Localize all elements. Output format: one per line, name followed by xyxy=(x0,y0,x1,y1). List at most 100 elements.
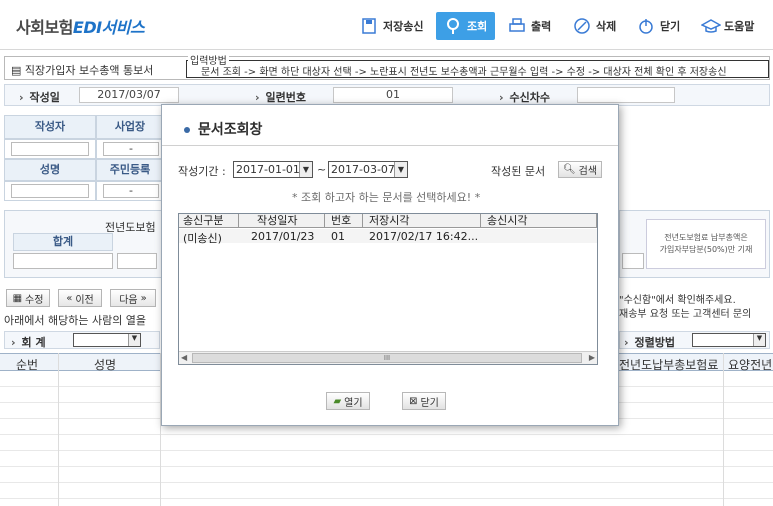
notice-left: 아래에서 해당하는 사람의 열을 xyxy=(4,314,147,327)
right-input[interactable] xyxy=(622,253,644,269)
total-header: 합계 xyxy=(13,233,113,251)
date-label: 작성일 xyxy=(19,89,60,105)
row-type: (미송신) xyxy=(183,232,222,245)
prev-year-input[interactable] xyxy=(117,253,157,269)
grid-col-no: 번호 xyxy=(325,214,363,228)
notice-right-1: "수신함"에서 확인해주세요. xyxy=(619,295,736,306)
period-label: 작성기간 : xyxy=(178,165,226,178)
delete-label: 삭제 xyxy=(596,20,617,33)
from-date-select[interactable]: 2017-01-01 ▼ xyxy=(233,161,313,178)
date-field[interactable]: 2017/03/07 xyxy=(79,87,179,103)
next-button[interactable]: 다음» xyxy=(110,289,156,307)
receive-label: 수신차수 xyxy=(499,89,550,105)
sort-select[interactable]: ▼ xyxy=(692,333,766,347)
name-input[interactable] xyxy=(11,184,89,198)
premium-note: 전년도보험료 납부총액은 가입자부담분(50%)만 기재 xyxy=(646,219,766,269)
writer-input[interactable] xyxy=(11,142,89,156)
grid-header: 송신구분 작성일자 번호 저장시각 송신시각 xyxy=(179,214,597,228)
prev-year-block: 전년도보험 합계 xyxy=(4,210,164,278)
open-label: 열기 xyxy=(344,397,363,409)
close-label: 닫기 xyxy=(660,20,681,33)
dialog-close-label: 닫기 xyxy=(420,397,439,409)
open-folder-icon: ▰ xyxy=(333,395,342,407)
name-cell xyxy=(4,181,96,201)
to-date-select[interactable]: 2017-03-07 ▼ xyxy=(328,161,408,178)
prev-label: 이전 xyxy=(75,294,94,306)
logo-main: 사회보험 xyxy=(16,18,73,37)
writer-header: 작성자 xyxy=(4,115,96,139)
sort-row: 정렬방법 ▼ xyxy=(619,331,770,349)
document-grid: 송신구분 작성일자 번호 저장시각 송신시각 (미송신) 2017/01/23 … xyxy=(178,213,598,365)
prev-icon: « xyxy=(66,292,73,304)
power-icon xyxy=(637,17,655,35)
delete-button[interactable]: 삭제 xyxy=(573,12,616,40)
serial-label: 일련번호 xyxy=(255,89,306,105)
save-send-button[interactable]: 저장송신 xyxy=(360,12,423,40)
prev-button[interactable]: «이전 xyxy=(58,289,102,307)
query-button[interactable]: 조회 xyxy=(436,12,496,40)
document-icon: ▤ xyxy=(11,64,22,77)
edit-button[interactable]: ▦ 수정 xyxy=(6,289,50,307)
print-label: 출력 xyxy=(531,20,552,33)
chevron-down-icon: ▼ xyxy=(299,162,312,177)
dialog-close-button[interactable]: ⊠ 닫기 xyxy=(402,392,446,410)
document-query-dialog: 문서조회창 작성기간 : 2017-01-01 ▼ ~ 2017-03-07 ▼… xyxy=(161,104,619,426)
period-tilde: ~ xyxy=(317,163,327,176)
open-button[interactable]: ▰ 열기 xyxy=(326,392,370,410)
selection-hint: * 조회 하고자 하는 문서를 선택하세요! * xyxy=(292,191,481,204)
grid-col-sent: 송신시각 xyxy=(481,214,597,228)
from-date-value: 2017-01-01 xyxy=(236,163,300,176)
input-method-box: 문서 조회 -> 화면 하단 대상자 선택 -> 노란표시 전년도 보수총액과 … xyxy=(186,60,769,78)
accounting-row: 회 계 ▼ xyxy=(4,331,160,349)
help-button[interactable]: 도움말 xyxy=(700,12,755,40)
scrollbar-thumb[interactable]: III xyxy=(192,353,582,363)
total-input[interactable] xyxy=(13,253,113,269)
next-icon: » xyxy=(140,292,147,304)
edit-label: 수정 xyxy=(25,294,44,306)
sort-label: 정렬방법 xyxy=(624,334,675,350)
save-icon xyxy=(360,17,378,35)
row-date: 2017/01/23 xyxy=(251,230,315,243)
search-label: 검색 xyxy=(578,166,598,177)
resident-input[interactable]: - xyxy=(103,184,159,198)
business-header: 사업장 xyxy=(96,115,164,139)
app-logo: 사회보험EDI서비스 xyxy=(16,14,145,38)
search-icon: 🔍︎ xyxy=(562,164,576,175)
grid-col-saved: 저장시각 xyxy=(363,214,481,228)
top-toolbar: 사회보험EDI서비스 저장송신 조회 출력 삭제 닫기 도움말 xyxy=(0,0,773,50)
premium-note-line2: 가입자부담분(50%)만 기재 xyxy=(659,245,753,254)
input-method-label: 입력방법 xyxy=(188,52,229,67)
accounting-select[interactable]: ▼ xyxy=(73,333,141,347)
grid-row[interactable]: (미송신) 2017/01/23 01 2017/02/17 16:42... xyxy=(179,229,597,245)
premium-note-line1: 전년도보험료 납부총액은 xyxy=(664,233,748,242)
prev-year-note-block: 전년도보험료 납부총액은 가입자부담분(50%)만 기재 xyxy=(619,210,770,278)
dialog-separator xyxy=(162,145,618,146)
document-title-text: 직장가입자 보수총액 통보서 xyxy=(24,64,154,77)
chevron-down-icon: ▼ xyxy=(394,162,407,177)
print-button[interactable]: 출력 xyxy=(508,12,551,40)
resident-header: 주민등록 xyxy=(96,159,164,181)
scroll-right-icon[interactable]: ▶ xyxy=(589,353,595,362)
row-no: 01 xyxy=(331,230,345,243)
search-button[interactable]: 🔍︎ 검색 xyxy=(558,161,602,178)
serial-field[interactable]: 01 xyxy=(333,87,453,103)
printer-icon xyxy=(508,17,526,35)
close-button[interactable]: 닫기 xyxy=(637,12,680,40)
dialog-title: 문서조회창 xyxy=(184,119,262,139)
name-header: 성명 xyxy=(4,159,96,181)
receive-field[interactable] xyxy=(577,87,675,103)
chevron-down-icon: ▼ xyxy=(753,334,765,346)
document-title: ▤ 직장가입자 보수총액 통보서 xyxy=(11,62,153,78)
list-divider xyxy=(58,353,59,506)
notice-right-2: 재송부 요청 또는 고객센터 문의 xyxy=(619,309,752,320)
next-label: 다음 xyxy=(119,294,138,306)
chevron-down-icon: ▼ xyxy=(128,334,140,346)
edi-window: 사회보험EDI서비스 저장송신 조회 출력 삭제 닫기 도움말 ▤ 직장가입자 … xyxy=(0,0,773,506)
horizontal-scrollbar[interactable]: ◀ III ▶ xyxy=(179,351,597,364)
location-pin-icon xyxy=(444,17,462,35)
scroll-left-icon[interactable]: ◀ xyxy=(181,353,187,362)
list-divider xyxy=(723,353,724,506)
business-input[interactable]: - xyxy=(103,142,159,156)
resident-cell: - xyxy=(96,181,164,201)
help-label: 도움말 xyxy=(724,20,755,33)
